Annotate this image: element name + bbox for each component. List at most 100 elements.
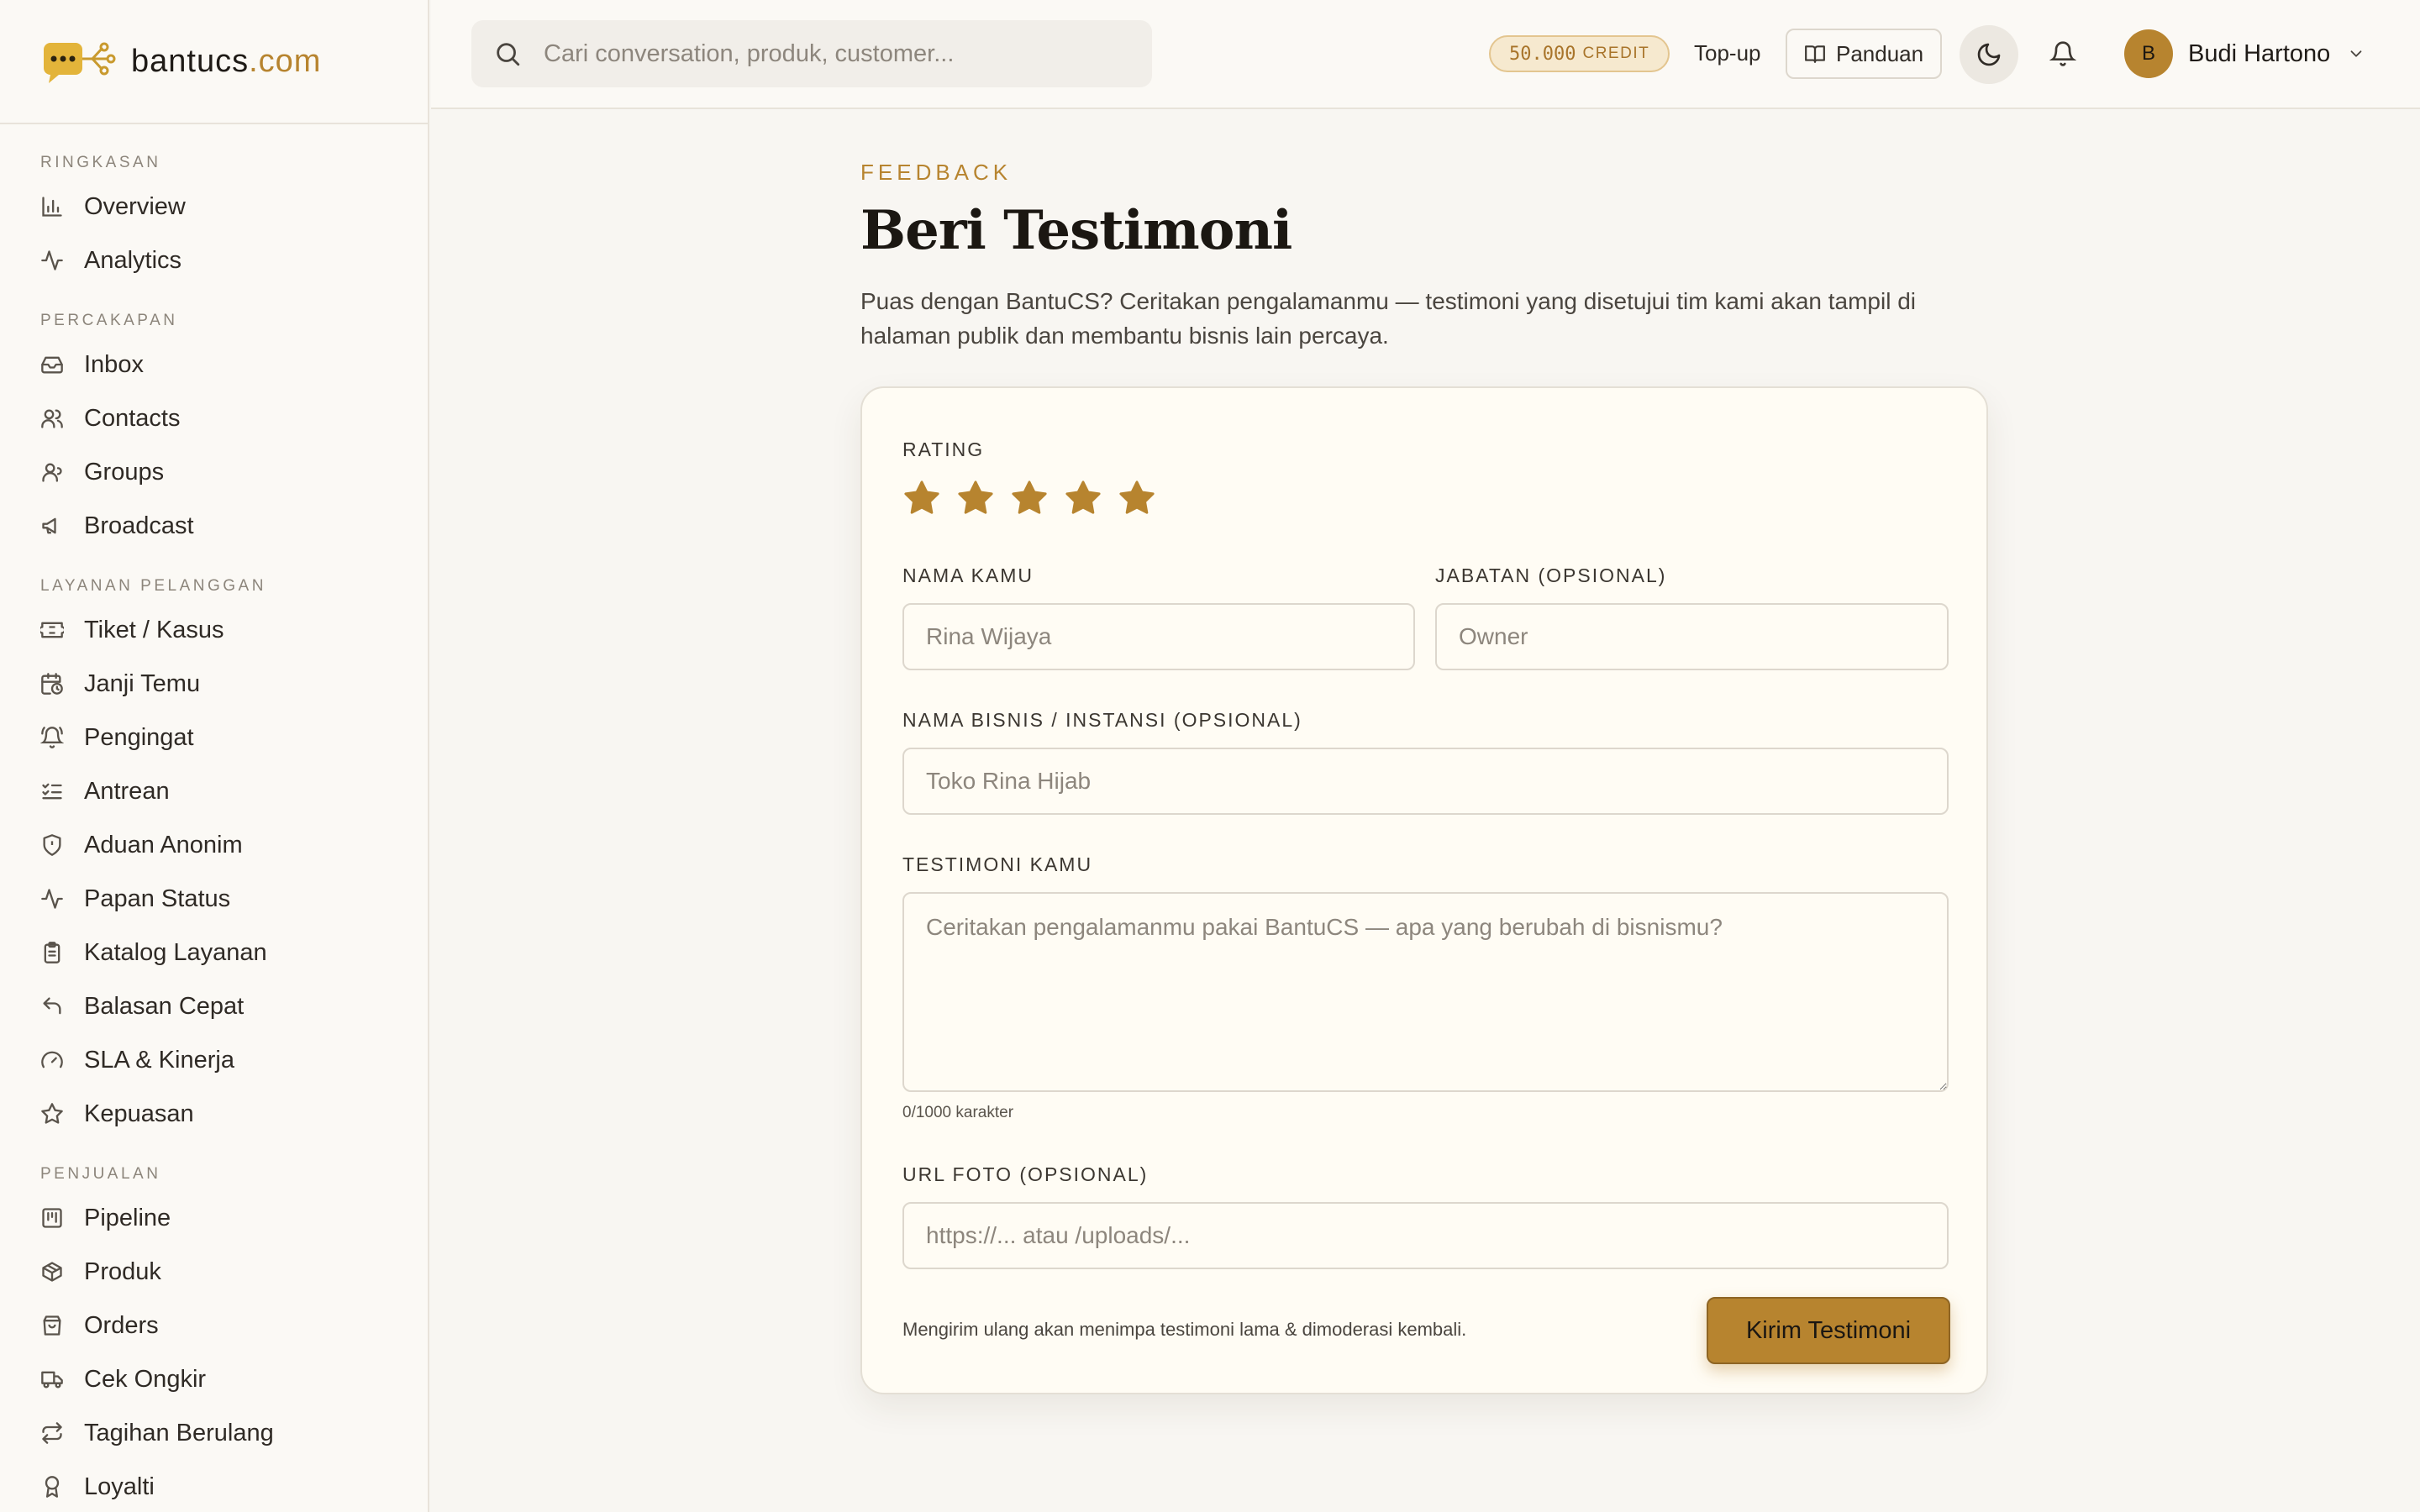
- sidebar-item-contacts[interactable]: Contacts: [0, 391, 428, 445]
- sidebar-section-percakapan: Percakapan: [40, 312, 178, 329]
- sidebar-item-label: Pipeline: [84, 1204, 171, 1231]
- topbar: 50.000 CREDIT Top-up Panduan B Budi Hart…: [431, 0, 2420, 109]
- page-title: Beri Testimoni: [860, 199, 1292, 262]
- character-counter: 0/1000 karakter: [902, 1104, 1014, 1121]
- book-open-icon: [1805, 45, 1825, 63]
- rating-star-icon[interactable]: [1064, 479, 1102, 517]
- sidebar-section-ringkasan: Ringkasan: [40, 154, 161, 171]
- calendar-clock-icon: [41, 673, 63, 695]
- inbox-icon: [41, 356, 63, 374]
- sidebar-item-pengingat[interactable]: Pengingat: [0, 711, 428, 764]
- testimonial-form: Rating Nama Kamu Jabatan (Opsional) Nama…: [860, 386, 1988, 1394]
- submit-testimonial-button[interactable]: Kirim Testimoni: [1707, 1297, 1950, 1364]
- sidebar-section-penjualan: Penjualan: [40, 1165, 161, 1183]
- package-icon: [42, 1262, 62, 1282]
- job-title-label: Jabatan (Opsional): [1435, 564, 1667, 586]
- sidebar-item-label: Broadcast: [84, 512, 194, 539]
- chevron-down-icon: [2350, 50, 2362, 57]
- guide-button[interactable]: Panduan: [1786, 29, 1943, 79]
- sidebar-item-label: Tagihan Berulang: [84, 1419, 274, 1446]
- page-intro: Puas dengan BantuCS? Ceritakan pengalama…: [860, 288, 1917, 349]
- credit-unit: CREDIT: [1582, 45, 1650, 62]
- photo-url-input[interactable]: [902, 1202, 1949, 1269]
- sidebar-item-label: Balasan Cepat: [84, 992, 245, 1020]
- megaphone-icon: [42, 517, 56, 534]
- name-label: Nama Kamu: [902, 564, 1034, 586]
- sidebar-item-label: Loyalti: [84, 1473, 155, 1500]
- sidebar-item-analytics[interactable]: Analytics: [0, 234, 428, 287]
- theme-toggle-button[interactable]: [1960, 25, 2018, 84]
- sidebar-item-sla-kinerja[interactable]: SLA & Kinerja: [0, 1033, 428, 1087]
- business-label: Nama Bisnis / Instansi (Opsional): [902, 709, 1302, 731]
- truck-icon: [41, 1371, 63, 1389]
- sidebar: bantucs.com Ringkasan Overview Analytics…: [0, 0, 429, 1512]
- sidebar-item-papan-status[interactable]: Papan Status: [0, 872, 428, 926]
- sidebar-item-janji-temu[interactable]: Janji Temu: [0, 657, 428, 711]
- rating-star-icon[interactable]: [956, 479, 995, 517]
- sidebar-item-label: Janji Temu: [84, 669, 201, 697]
- notifications-button[interactable]: [2046, 37, 2080, 71]
- sidebar-item-produk[interactable]: Produk: [0, 1245, 428, 1299]
- credit-badge[interactable]: 50.000 CREDIT: [1489, 35, 1670, 72]
- sidebar-item-label: Produk: [84, 1257, 161, 1285]
- sidebar-item-label: Katalog Layanan: [84, 938, 267, 966]
- brand[interactable]: bantucs.com: [0, 0, 428, 124]
- sidebar-item-label: Groups: [84, 458, 165, 486]
- sidebar-item-inbox[interactable]: Inbox: [0, 338, 428, 391]
- topup-link[interactable]: Top-up: [1694, 40, 1761, 66]
- award-icon: [45, 1476, 60, 1498]
- sidebar-item-pipeline[interactable]: Pipeline: [0, 1191, 428, 1245]
- resubmit-note: Mengirim ulang akan menimpa testimoni la…: [902, 1319, 1467, 1340]
- users-icon: [41, 409, 63, 428]
- brand-name: bantucs.com: [131, 43, 322, 79]
- reply-icon: [43, 997, 61, 1015]
- sidebar-section-layanan-pelanggan: Layanan Pelanggan: [40, 577, 266, 595]
- business-input[interactable]: [902, 748, 1949, 815]
- shopping-bag-icon: [43, 1315, 61, 1336]
- name-input[interactable]: [902, 603, 1415, 670]
- photo-url-label: URL Foto (Opsional): [902, 1163, 1149, 1185]
- sidebar-item-label: Inbox: [84, 350, 144, 378]
- search-input[interactable]: [544, 39, 1132, 68]
- user-name: Budi Hartono: [2188, 39, 2331, 67]
- guide-button-label: Panduan: [1836, 40, 1924, 66]
- clipboard-icon: [44, 942, 60, 963]
- sidebar-item-aduan-anonim[interactable]: Aduan Anonim: [0, 818, 428, 872]
- sidebar-item-label: Orders: [84, 1311, 159, 1339]
- activity-icon: [41, 889, 63, 909]
- avatar: B: [2124, 29, 2173, 78]
- bar-chart-icon: [42, 197, 62, 217]
- rating-star-icon[interactable]: [1118, 479, 1156, 517]
- moon-icon: [1977, 43, 2001, 66]
- sidebar-item-balasan-cepat[interactable]: Balasan Cepat: [0, 979, 428, 1033]
- sidebar-item-orders[interactable]: Orders: [0, 1299, 428, 1352]
- rating-label: Rating: [902, 438, 985, 460]
- sidebar-item-label: Overview: [84, 192, 186, 220]
- sidebar-item-broadcast[interactable]: Broadcast: [0, 499, 428, 553]
- sidebar-item-groups[interactable]: Groups: [0, 445, 428, 499]
- sidebar-item-label: Antrean: [84, 777, 170, 805]
- testimonial-label: Testimoni Kamu: [902, 853, 1093, 875]
- sidebar-item-overview[interactable]: Overview: [0, 180, 428, 234]
- rating-stars[interactable]: [902, 479, 1156, 517]
- star-icon: [41, 1103, 63, 1124]
- rating-star-icon[interactable]: [1010, 479, 1049, 517]
- testimonial-textarea[interactable]: [902, 892, 1949, 1092]
- sidebar-item-antrean[interactable]: Antrean: [0, 764, 428, 818]
- user-menu[interactable]: B Budi Hartono: [2124, 28, 2365, 80]
- sidebar-item-tagihan-berulang[interactable]: Tagihan Berulang: [0, 1406, 428, 1460]
- sidebar-item-label: Contacts: [84, 404, 181, 432]
- shield-icon: [43, 834, 61, 856]
- sidebar-item-tiket-kasus[interactable]: Tiket / Kasus: [0, 603, 428, 657]
- rating-star-icon[interactable]: [902, 479, 941, 517]
- sidebar-item-cek-ongkir[interactable]: Cek Ongkir: [0, 1352, 428, 1406]
- sidebar-item-label: Papan Status: [84, 885, 231, 912]
- gauge-icon: [41, 1051, 63, 1068]
- sidebar-item-label: Aduan Anonim: [84, 831, 243, 858]
- activity-icon: [41, 250, 63, 270]
- search-box[interactable]: [471, 20, 1152, 87]
- sidebar-item-katalog-layanan[interactable]: Katalog Layanan: [0, 926, 428, 979]
- sidebar-item-kepuasan[interactable]: Kepuasan: [0, 1087, 428, 1141]
- sidebar-item-loyalti[interactable]: Loyalti: [0, 1460, 428, 1512]
- job-title-input[interactable]: [1435, 603, 1949, 670]
